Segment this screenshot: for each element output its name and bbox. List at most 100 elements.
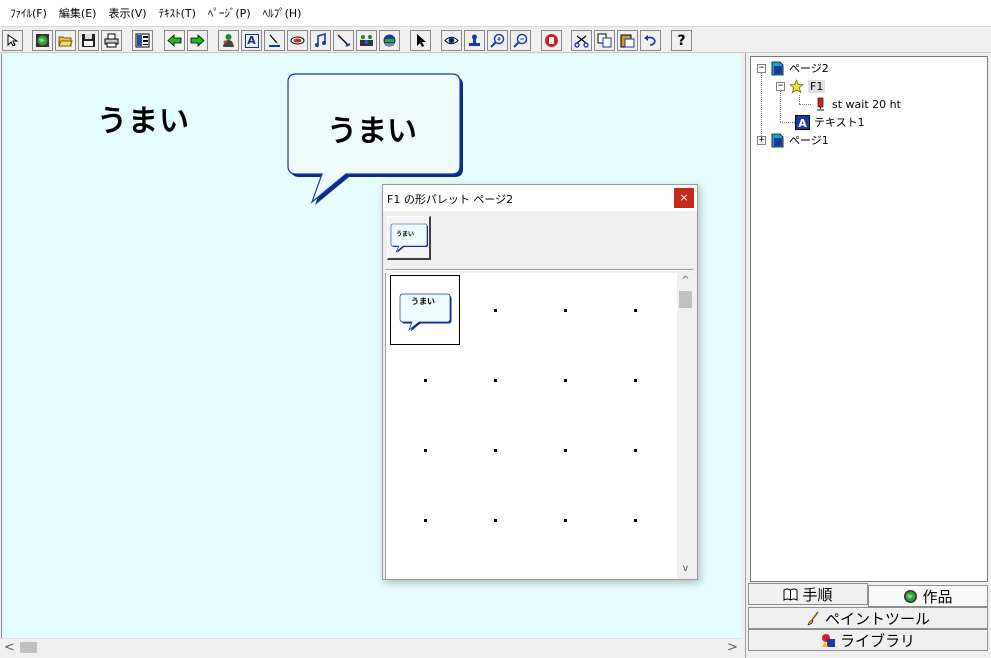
forward-arrow-icon <box>190 34 205 47</box>
tree-node-wait-command[interactable]: st wait 20 ht <box>813 95 901 113</box>
globe-icon <box>904 589 918 603</box>
tree-node-page1[interactable]: + ページ1 <box>757 131 829 149</box>
collapse-expander[interactable]: − <box>757 63 766 73</box>
palette-empty-cell[interactable] <box>390 485 460 555</box>
palette-empty-cell[interactable] <box>390 415 460 485</box>
stop-button[interactable] <box>541 30 562 51</box>
speech-bubble-text: うまい <box>327 114 417 149</box>
palette-close-button[interactable]: × <box>674 188 694 208</box>
preview-button[interactable] <box>441 30 462 51</box>
stop-hand-icon <box>545 34 558 47</box>
palette-empty-cell[interactable] <box>530 345 600 415</box>
lips-button[interactable] <box>287 30 308 51</box>
palette-empty-cell[interactable] <box>390 345 460 415</box>
paint-button[interactable] <box>264 30 285 51</box>
pointer-button[interactable] <box>410 30 431 51</box>
stamp-icon <box>469 34 480 46</box>
empty-slot-dot <box>563 378 567 382</box>
paste-icon <box>620 34 635 48</box>
palette-current-shape[interactable]: うまい <box>387 216 431 260</box>
menu-edit[interactable]: 編集(E) <box>53 0 103 26</box>
zoom-out-button[interactable] <box>510 30 531 51</box>
palette-empty-cell[interactable] <box>460 345 530 415</box>
vertical-scroll-thumb[interactable] <box>679 291 692 308</box>
wand-icon <box>337 34 351 47</box>
face-button[interactable] <box>379 30 400 51</box>
palette-empty-cell[interactable] <box>600 485 670 555</box>
wand-button[interactable] <box>333 30 354 51</box>
tab-paint-tool[interactable]: ペイントツール <box>748 607 988 629</box>
tab-paint-tool-label: ペイントツール <box>824 609 930 628</box>
help-button[interactable]: ? <box>671 30 692 51</box>
music-button[interactable] <box>310 30 331 51</box>
scroll-right-button[interactable]: > <box>724 639 741 656</box>
face-icon <box>383 34 396 47</box>
open-button[interactable] <box>55 30 76 51</box>
palette-empty-cell[interactable] <box>460 485 530 555</box>
palette-vertical-scrollbar[interactable]: ^ v <box>677 273 694 579</box>
undo-button[interactable] <box>640 30 661 51</box>
globe-button[interactable] <box>32 30 53 51</box>
undo-icon <box>644 35 656 46</box>
back-button[interactable] <box>164 30 185 51</box>
palette-empty-cell[interactable] <box>530 485 600 555</box>
scroll-down-button[interactable]: v <box>677 563 694 577</box>
stamp-button[interactable] <box>464 30 485 51</box>
character-button[interactable] <box>218 30 239 51</box>
text-a-icon: A <box>795 114 810 130</box>
palette-cell-text: うまい <box>411 297 435 306</box>
paste-button[interactable] <box>617 30 638 51</box>
tree-connector <box>799 95 800 104</box>
layout-button[interactable] <box>132 30 153 51</box>
empty-slot-dot <box>493 518 497 522</box>
print-button[interactable] <box>101 30 122 51</box>
tree-node-page2[interactable]: − ページ2 <box>757 59 829 77</box>
zoom-in-icon <box>490 33 505 48</box>
menu-help[interactable]: ﾍﾙﾌﾟ(H) <box>257 0 308 26</box>
cut-button[interactable] <box>571 30 592 51</box>
scroll-left-button[interactable]: < <box>1 639 18 656</box>
menu-page[interactable]: ﾍﾟｰｼﾞ(P) <box>202 0 257 26</box>
select-arrow-button[interactable] <box>2 30 23 51</box>
empty-slot-dot <box>423 518 427 522</box>
palette-empty-cell[interactable] <box>460 415 530 485</box>
palette-titlebar[interactable]: F1 の形パレット ページ2 × <box>383 185 697 211</box>
scene-tree: − ページ2 − F1 st wait 20 ht A テキスト1 + ページ1 <box>750 56 988 582</box>
horizontal-scroll-thumb[interactable] <box>20 642 37 653</box>
zoom-in-button[interactable] <box>487 30 508 51</box>
tab-works-label: 作品 <box>922 587 953 606</box>
menu-text[interactable]: ﾃｷｽﾄ(T) <box>153 0 202 26</box>
paint-icon <box>269 34 280 47</box>
tree-node-text1[interactable]: A テキスト1 <box>795 113 865 131</box>
palette-empty-cell[interactable] <box>600 415 670 485</box>
palette-empty-cell[interactable] <box>530 415 600 485</box>
tree-node-f1[interactable]: − F1 <box>776 77 826 95</box>
palette-empty-cell[interactable] <box>600 275 670 345</box>
collapse-expander[interactable]: − <box>776 81 785 91</box>
menu-file[interactable]: ﾌｧｲﾙ(F) <box>4 0 53 26</box>
people-button[interactable] <box>356 30 377 51</box>
expand-expander[interactable]: + <box>757 135 766 145</box>
palette-empty-cell[interactable] <box>530 275 600 345</box>
book-icon <box>783 588 798 601</box>
pointer-icon <box>417 34 426 47</box>
text-tool-button[interactable]: A <box>241 30 262 51</box>
scroll-up-button[interactable]: ^ <box>677 275 694 289</box>
palette-empty-cell[interactable] <box>600 345 670 415</box>
copy-button[interactable] <box>594 30 615 51</box>
toolbar: A ? <box>0 26 991 53</box>
stage-text[interactable]: うまい <box>97 96 190 140</box>
empty-slot-dot <box>633 518 637 522</box>
tab-library[interactable]: ライブラリ <box>748 629 988 651</box>
tab-steps[interactable]: 手順 <box>748 583 868 605</box>
menu-view[interactable]: 表示(V) <box>102 0 152 26</box>
tree-node-label: ページ2 <box>789 62 829 75</box>
music-note-icon <box>315 33 326 47</box>
mini-bubble-shape <box>399 293 452 332</box>
horizontal-scrollbar[interactable]: < > <box>1 638 741 655</box>
tab-works[interactable]: 作品 <box>868 585 988 607</box>
forward-button[interactable] <box>187 30 208 51</box>
palette-empty-cell[interactable] <box>460 275 530 345</box>
palette-shape-cell[interactable]: うまい <box>390 275 460 345</box>
save-button[interactable] <box>78 30 99 51</box>
